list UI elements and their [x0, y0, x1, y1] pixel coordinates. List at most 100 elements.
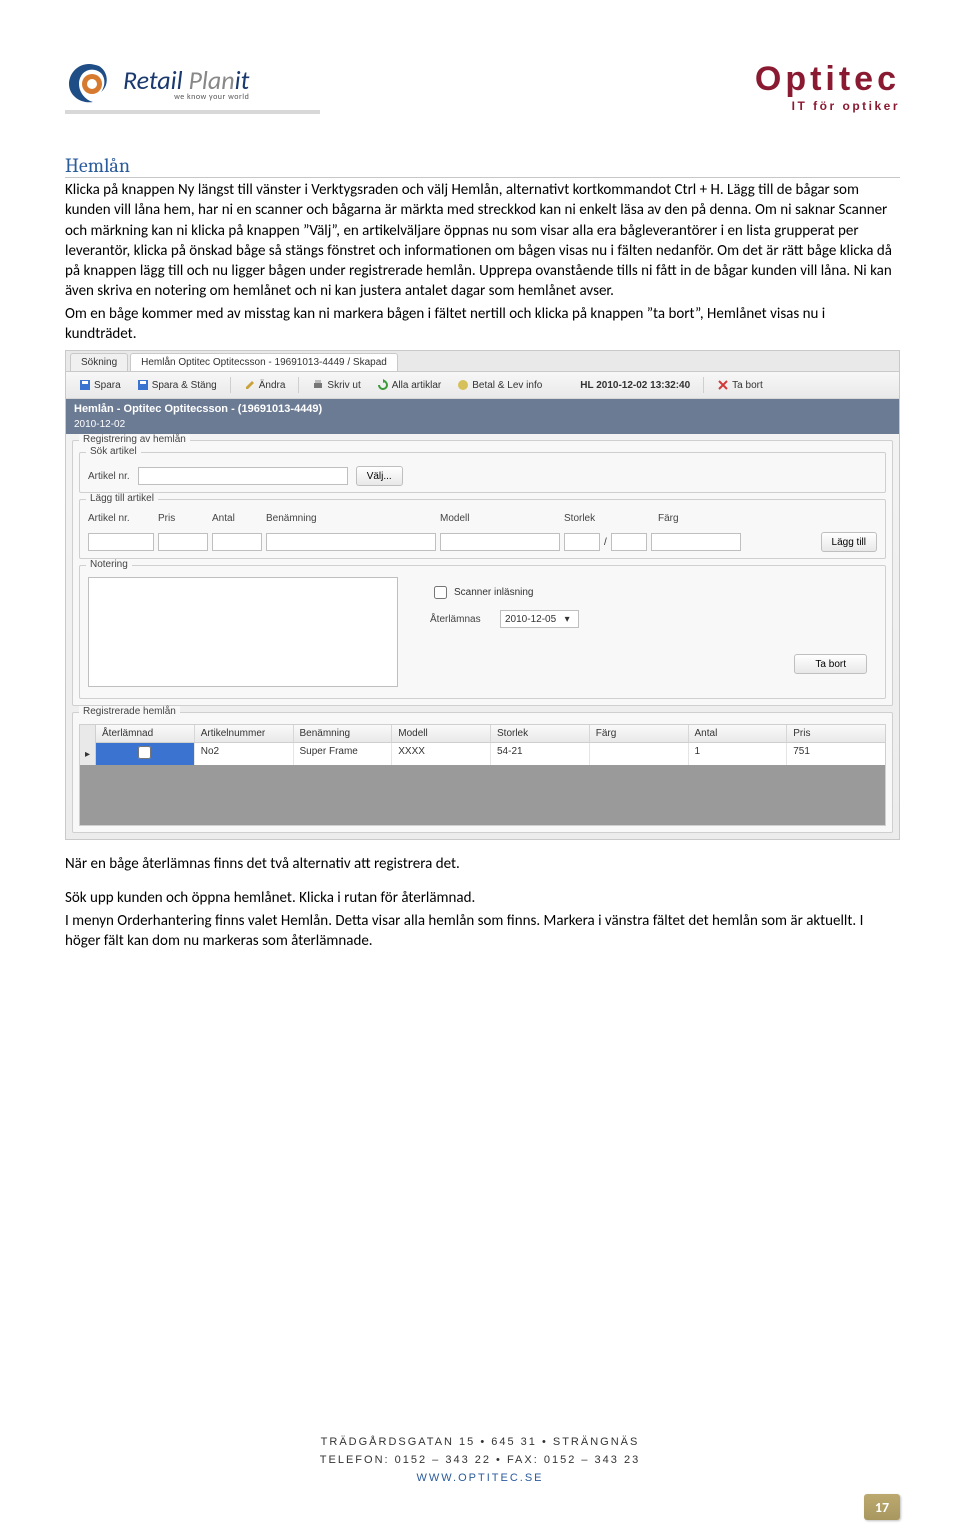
toolbar-betal-label: Betal & Lev info — [472, 380, 542, 391]
logo-brand: Retail Planit — [123, 67, 249, 93]
group-registrerade-label: Registrerade hemlån — [79, 706, 180, 717]
edit-icon — [244, 379, 256, 391]
body-paragraph-4: Sök upp kunden och öppna hemlånet. Klick… — [65, 888, 900, 908]
logo-tagline: we know your world — [123, 93, 249, 101]
valj-button[interactable]: Välj... — [356, 466, 403, 486]
money-icon — [457, 379, 469, 391]
toolbar-andra-label: Ändra — [259, 380, 286, 391]
footer-tel: TELEFON: 0152 – 343 22 • FAX: 0152 – 343… — [0, 1454, 960, 1466]
toolbar-skriv-ut[interactable]: Skriv ut — [305, 376, 367, 394]
group-notering: Notering Scanner inläsning Återlämnas — [79, 565, 886, 699]
inp-storlek-b[interactable] — [611, 533, 647, 551]
logo-swirl-icon — [65, 60, 113, 108]
group-lagg-label: Lägg till artikel — [86, 493, 158, 504]
toolbar-alla-artiklar[interactable]: Alla artiklar — [370, 376, 448, 394]
header-rule — [65, 110, 320, 114]
toolbar-spara-label: Spara — [94, 380, 121, 391]
footer-address: TRÄDGÅRDSGATAN 15 • 645 31 • STRÄNGNÄS — [0, 1436, 960, 1448]
th-aterlamnad[interactable]: Återlämnad — [96, 725, 195, 742]
aterlamnas-picker[interactable]: 2010-12-05 ▾ — [500, 610, 579, 628]
th-artnr[interactable]: Artikelnummer — [195, 725, 294, 742]
toolbar-andra[interactable]: Ändra — [237, 376, 293, 394]
inp-storlek-a[interactable] — [564, 533, 600, 551]
td-pris[interactable]: 751 — [787, 743, 885, 765]
brand-name: Optitec — [755, 60, 900, 99]
artnr-label: Artikel nr. — [88, 471, 130, 482]
toolbar-ta-bort[interactable]: Ta bort — [710, 376, 770, 394]
toolbar-hl: HL 2010-12-02 13:32:40 — [573, 377, 697, 394]
inp-artnr[interactable] — [88, 533, 154, 551]
td-artnr[interactable]: No2 — [195, 743, 294, 765]
chevron-down-icon: ▾ — [560, 614, 574, 625]
tab-sokning[interactable]: Sökning — [70, 353, 128, 371]
toolbar-spara-stang[interactable]: Spara & Stäng — [130, 376, 224, 394]
delete-icon — [717, 379, 729, 391]
row-marker: ▸ — [80, 743, 96, 765]
aterlamnas-value: 2010-12-05 — [505, 614, 556, 625]
group-sok-artikel: Sök artikel Artikel nr. Välj... — [79, 452, 886, 493]
th-storlek[interactable]: Storlek — [491, 725, 590, 742]
toolbar-sep-2 — [298, 377, 299, 393]
body-paragraph-5: I menyn Orderhantering finns valet Hemlå… — [65, 911, 900, 952]
brand-subtitle: IT för optiker — [755, 99, 900, 113]
app-datebar: 2010-12-02 — [66, 419, 899, 434]
tab-hemlan[interactable]: Hemlån Optitec Optitecsson - 19691013-44… — [130, 353, 398, 371]
toolbar-spara[interactable]: Spara — [72, 376, 128, 394]
ta-bort-button[interactable]: Ta bort — [794, 654, 867, 674]
refresh-icon — [377, 379, 389, 391]
storlek-slash: / — [604, 537, 607, 548]
toolbar-spara-stang-label: Spara & Stäng — [152, 380, 217, 391]
body-paragraph-3: När en båge återlämnas finns det två alt… — [65, 854, 900, 874]
toolbar-sep-3 — [703, 377, 704, 393]
th-benamning[interactable]: Benämning — [294, 725, 393, 742]
scanner-checkbox-input[interactable] — [434, 586, 447, 599]
inp-pris[interactable] — [158, 533, 208, 551]
app-screenshot: Sökning Hemlån Optitec Optitecsson - 196… — [65, 350, 900, 840]
table-row[interactable]: ▸ No2 Super Frame XXXX 54-21 1 751 — [80, 743, 885, 765]
td-benamning[interactable]: Super Frame — [294, 743, 393, 765]
group-notering-label: Notering — [86, 559, 132, 570]
artnr-input[interactable] — [138, 467, 348, 485]
scanner-checkbox-label: Scanner inläsning — [454, 587, 534, 598]
notering-textarea[interactable] — [88, 577, 398, 687]
scanner-checkbox[interactable]: Scanner inläsning — [430, 583, 877, 602]
save-icon — [79, 379, 91, 391]
inp-antal[interactable] — [212, 533, 262, 551]
page-number: 17 — [864, 1494, 900, 1520]
toolbar-sep-1 — [230, 377, 231, 393]
group-registrering-label: Registrering av hemlån — [79, 434, 190, 445]
print-icon — [312, 379, 324, 391]
td-storlek[interactable]: 54-21 — [491, 743, 590, 765]
col-artnr: Artikel nr. — [88, 513, 130, 524]
body-paragraph-1: Klicka på knappen Ny längst till vänster… — [65, 180, 900, 302]
td-antal[interactable]: 1 — [689, 743, 788, 765]
group-registrerade: Registrerade hemlån Återlämnad Artikelnu… — [72, 712, 893, 833]
inp-modell[interactable] — [440, 533, 560, 551]
toolbar-betal[interactable]: Betal & Lev info — [450, 376, 549, 394]
th-modell[interactable]: Modell — [392, 725, 491, 742]
col-farg: Färg — [658, 513, 679, 524]
brand-right: Optitec IT för optiker — [755, 60, 900, 113]
group-lagg-till: Lägg till artikel Artikel nr. Pris Antal… — [79, 499, 886, 559]
td-farg[interactable] — [590, 743, 689, 765]
lagg-till-button[interactable]: Lägg till — [821, 532, 877, 552]
th-pris[interactable]: Pris — [787, 725, 885, 742]
th-farg[interactable]: Färg — [590, 725, 689, 742]
group-sok-label: Sök artikel — [86, 446, 141, 457]
aterlamnad-checkbox[interactable] — [138, 746, 151, 759]
col-modell: Modell — [440, 513, 469, 524]
logo-block: Retail Planit we know your world — [65, 60, 320, 108]
th-antal[interactable]: Antal — [689, 725, 788, 742]
group-registrering: Registrering av hemlån Sök artikel Artik… — [72, 440, 893, 706]
col-storlek: Storlek — [564, 513, 595, 524]
inp-benamning[interactable] — [266, 533, 436, 551]
col-pris: Pris — [158, 513, 175, 524]
footer-url[interactable]: WWW.OPTITEC.SE — [417, 1472, 544, 1484]
col-benamning: Benämning — [266, 513, 317, 524]
td-modell[interactable]: XXXX — [392, 743, 491, 765]
save-close-icon — [137, 379, 149, 391]
td-aterlamnad[interactable] — [96, 743, 195, 765]
section-title: Hemlån — [65, 154, 900, 178]
toolbar: Spara Spara & Stäng Ändra Skriv ut Alla … — [66, 372, 899, 399]
inp-farg[interactable] — [651, 533, 741, 551]
